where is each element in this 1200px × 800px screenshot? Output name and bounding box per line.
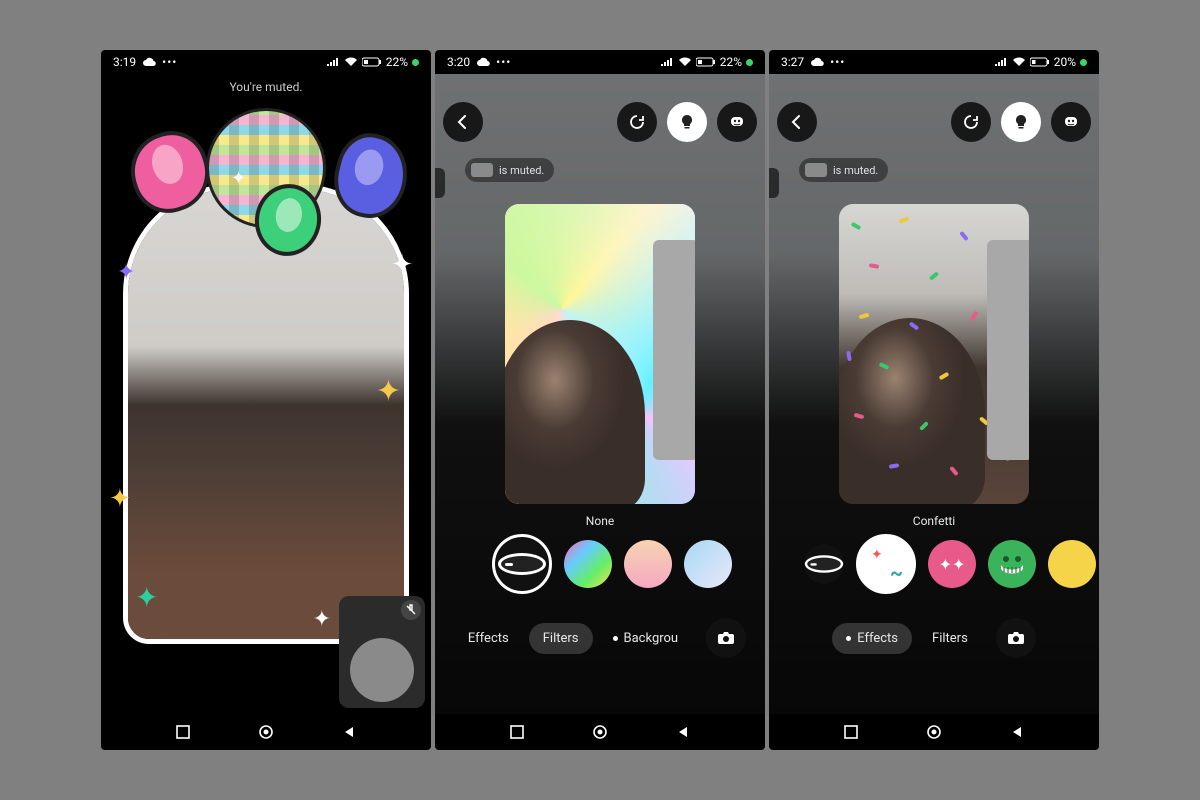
- phone-screen-2: 3:20 ••• 22%: [435, 50, 765, 750]
- side-handle[interactable]: [435, 168, 445, 198]
- filter-name-label: None: [435, 514, 765, 528]
- status-time: 3:27: [781, 55, 804, 69]
- effects-tab-bar: Effects Filters Backgrou: [435, 618, 765, 658]
- filter-preview[interactable]: [839, 204, 1029, 504]
- preview-person: [839, 318, 985, 504]
- nav-home-button[interactable]: [592, 724, 608, 740]
- video-frame: [123, 184, 409, 644]
- battery-percent: 22%: [386, 55, 408, 69]
- battery-icon: [696, 57, 716, 67]
- nav-home-button[interactable]: [926, 724, 942, 740]
- filter-gradient2-thumb[interactable]: [684, 540, 732, 588]
- tab-effects[interactable]: Effects: [832, 623, 912, 654]
- filter-none-thumb[interactable]: [492, 534, 552, 594]
- tab-backgrounds[interactable]: Backgrou: [599, 623, 693, 654]
- lighting-button[interactable]: [667, 102, 707, 142]
- privacy-indicator-icon: [1080, 59, 1087, 66]
- reset-button[interactable]: [617, 102, 657, 142]
- wifi-icon: [344, 57, 358, 67]
- battery-percent: 22%: [720, 55, 742, 69]
- effect-thumbnails: ✦✦: [769, 534, 1099, 594]
- muted-text: is muted.: [499, 164, 544, 177]
- pip-thumbnail[interactable]: [339, 596, 425, 708]
- participant-muted-pill: is muted.: [465, 158, 554, 182]
- privacy-indicator-icon: [412, 59, 419, 66]
- battery-percent: 20%: [1054, 55, 1076, 69]
- tab-filters[interactable]: Filters: [529, 623, 593, 654]
- tab-effects[interactable]: Effects: [454, 623, 523, 654]
- signal-icon: [326, 57, 340, 67]
- more-icon: •••: [830, 55, 845, 69]
- muted-banner: You're muted.: [101, 74, 431, 100]
- effect-next-thumb[interactable]: [1048, 540, 1096, 588]
- status-bar: 3:19 ••• 22%: [101, 50, 431, 74]
- top-controls: [777, 102, 1091, 142]
- filter-party-thumb[interactable]: [564, 540, 612, 588]
- top-controls: [443, 102, 757, 142]
- wifi-icon: [1012, 57, 1026, 67]
- tab-dot-icon: [613, 636, 618, 641]
- filter-gradient1-thumb[interactable]: [624, 540, 672, 588]
- tab-dot-icon: [846, 636, 851, 641]
- effect-none-thumb[interactable]: [804, 544, 844, 584]
- status-time: 3:20: [447, 55, 470, 69]
- cloud-icon: [476, 57, 490, 67]
- phone-screen-1: 3:19 ••• 22% You're muted.: [101, 50, 431, 750]
- redacted-block: [987, 240, 1029, 460]
- flip-camera-button[interactable]: [996, 618, 1036, 658]
- battery-icon: [362, 57, 382, 67]
- phone-screen-3: 3:27 ••• 20% is muted.: [769, 50, 1099, 750]
- nav-recent-button[interactable]: [509, 724, 525, 740]
- tab-filters[interactable]: Filters: [918, 623, 982, 654]
- effect-sparkle-thumb[interactable]: ✦✦: [928, 540, 976, 588]
- back-button[interactable]: [777, 102, 817, 142]
- status-time: 3:19: [113, 55, 136, 69]
- privacy-indicator-icon: [746, 59, 753, 66]
- self-video[interactable]: [128, 189, 404, 639]
- wifi-icon: [678, 57, 692, 67]
- cloud-icon: [810, 57, 824, 67]
- status-bar: 3:27 ••• 20%: [769, 50, 1099, 74]
- nav-back-button[interactable]: [341, 724, 357, 740]
- nav-recent-button[interactable]: [843, 724, 859, 740]
- face-effects-button[interactable]: [717, 102, 757, 142]
- effects-tab-bar: Effects Filters: [769, 618, 1099, 658]
- signal-icon: [994, 57, 1008, 67]
- effect-confetti-thumb[interactable]: [856, 534, 916, 594]
- more-icon: •••: [162, 55, 177, 69]
- signal-icon: [660, 57, 674, 67]
- lighting-button[interactable]: [1001, 102, 1041, 142]
- nav-back-button[interactable]: [1009, 724, 1025, 740]
- participant-avatar: [350, 638, 414, 702]
- filter-name-label: Confetti: [769, 514, 1099, 528]
- participant-muted-pill: is muted.: [799, 158, 888, 182]
- effect-smile-thumb[interactable]: [988, 540, 1036, 588]
- nav-recent-button[interactable]: [175, 724, 191, 740]
- flip-camera-button[interactable]: [706, 618, 746, 658]
- nav-back-button[interactable]: [675, 724, 691, 740]
- filter-preview[interactable]: [505, 204, 695, 504]
- muted-text: is muted.: [833, 164, 878, 177]
- android-nav-bar: [435, 714, 765, 750]
- android-nav-bar: [769, 714, 1099, 750]
- mic-muted-icon: [401, 600, 421, 620]
- reset-button[interactable]: [951, 102, 991, 142]
- status-bar: 3:20 ••• 22%: [435, 50, 765, 74]
- redacted-name: [805, 163, 827, 177]
- more-icon: •••: [496, 55, 511, 69]
- redacted-block: [653, 240, 695, 460]
- face-effects-button[interactable]: [1051, 102, 1091, 142]
- android-nav-bar: [101, 714, 431, 750]
- cloud-icon: [142, 57, 156, 67]
- back-button[interactable]: [443, 102, 483, 142]
- filter-thumbnails: [435, 534, 765, 594]
- nav-home-button[interactable]: [258, 724, 274, 740]
- battery-icon: [1030, 57, 1050, 67]
- redacted-name: [471, 163, 493, 177]
- side-handle[interactable]: [769, 168, 779, 198]
